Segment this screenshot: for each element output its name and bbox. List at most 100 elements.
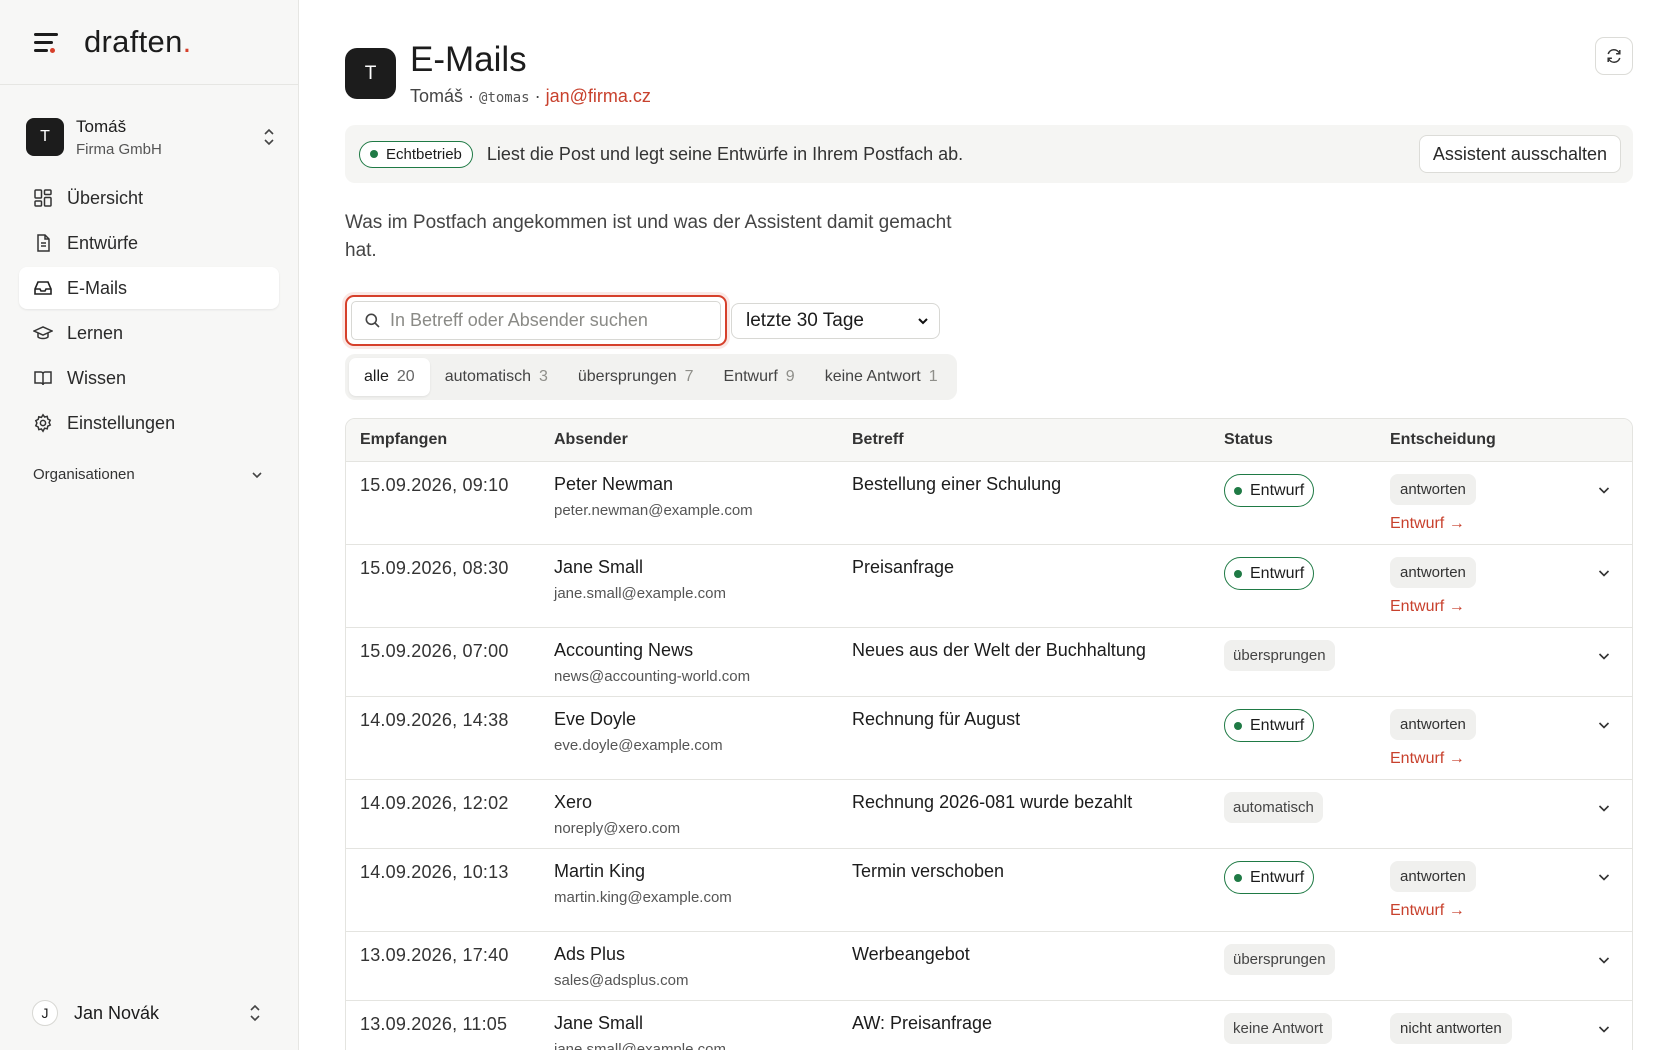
status-badge: übersprungen — [1224, 640, 1335, 671]
chevron-down-icon[interactable] — [1596, 482, 1612, 498]
status-badge: keine Antwort — [1224, 1013, 1333, 1044]
sender-email: eve.doyle@example.com — [554, 737, 723, 754]
tab-count: 3 — [538, 368, 548, 385]
column-header-status[interactable]: Status — [1224, 431, 1390, 449]
search-box[interactable] — [351, 301, 721, 340]
tab-label: Entwurf — [723, 368, 778, 385]
column-header-received[interactable]: Empfangen — [346, 431, 554, 449]
tab-skipped[interactable]: übersprungen 7 — [563, 358, 709, 396]
column-header-sender[interactable]: Absender — [554, 431, 852, 449]
table-row[interactable]: 13.09.2026, 17:40 Ads Plus sales@adsplus.c… — [346, 932, 1632, 1001]
search-input[interactable] — [390, 310, 720, 331]
chevron-down-icon — [252, 471, 262, 478]
chevron-down-icon[interactable] — [1596, 869, 1612, 885]
received-cell: 15.09.2026, 09:10 — [360, 475, 509, 495]
table-row[interactable]: 13.09.2026, 11:05 Jane Small jane.small@ex… — [346, 1001, 1632, 1050]
workspace-switcher[interactable]: T Tomáš Firma GmbH — [26, 115, 278, 159]
logo[interactable]: draften. — [84, 24, 192, 60]
tab-automatic[interactable]: automatisch 3 — [430, 358, 563, 396]
disable-assistant-button[interactable]: Assistent ausschalten — [1418, 135, 1621, 173]
page-titles: E-Mails Tomáš · @tomas · jan@firma.cz — [410, 40, 651, 107]
expand-cell — [1570, 709, 1632, 779]
sender-name: Xero — [554, 792, 593, 812]
sidebar-nav: Übersicht Entwürfe E-Mails Lernen Wissen… — [0, 177, 298, 444]
received-cell: 13.09.2026, 17:40 — [360, 945, 509, 965]
open-draft-link[interactable]: Entwurf → — [1390, 902, 1570, 920]
status-dot — [1234, 873, 1242, 882]
sidebar-item-drafts[interactable]: Entwürfe — [19, 222, 279, 264]
decision-badge: antworten — [1390, 557, 1476, 588]
column-header-decision[interactable]: Entscheidung — [1390, 431, 1570, 449]
open-draft-link[interactable]: Entwurf → — [1390, 515, 1570, 533]
sidebar-item-learn[interactable]: Lernen — [19, 312, 279, 354]
chevron-down-icon[interactable] — [1596, 1021, 1612, 1037]
dashboard-icon — [34, 189, 52, 207]
separator: · — [529, 86, 546, 106]
intro-text: Was im Postfach angekommen ist und was d… — [345, 212, 952, 261]
table-row[interactable]: 15.09.2026, 09:10 Peter Newman peter.newma… — [346, 462, 1632, 545]
organizations-label: Organisationen — [33, 466, 135, 483]
tab-count: 7 — [684, 368, 694, 385]
received-cell: 15.09.2026, 08:30 — [360, 558, 509, 578]
status-cell: übersprungen — [1224, 640, 1390, 696]
decision-cell — [1390, 944, 1570, 1000]
chevron-down-icon[interactable] — [1596, 565, 1612, 581]
sender-cell: Peter Newman peter.newman@example.com — [554, 474, 852, 544]
sidebar-item-emails[interactable]: E-Mails — [19, 267, 279, 309]
status-cell: Entwurf — [1224, 557, 1390, 627]
status-cell: übersprungen — [1224, 944, 1390, 1000]
inbox-icon — [34, 281, 52, 295]
menu-icon[interactable] — [34, 32, 60, 53]
assistant-email-link[interactable]: jan@firma.cz — [546, 86, 651, 106]
table-body: 15.09.2026, 09:10 Peter Newman peter.newma… — [346, 462, 1632, 1050]
status-badge: Entwurf — [1224, 861, 1315, 894]
sidebar-item-overview[interactable]: Übersicht — [19, 177, 279, 219]
decision-cell: antworten Entwurf → — [1390, 861, 1570, 931]
open-draft-link[interactable]: Entwurf → — [1390, 750, 1570, 768]
live-status-badge: Echtbetrieb — [359, 140, 473, 168]
status-cell: Entwurf — [1224, 709, 1390, 779]
chevron-down-icon[interactable] — [1596, 717, 1612, 733]
chevron-up-down-icon — [250, 1004, 260, 1022]
chevron-down-icon — [918, 317, 928, 324]
tab-no-reply[interactable]: keine Antwort 1 — [810, 358, 953, 396]
sidebar-item-knowledge[interactable]: Wissen — [19, 357, 279, 399]
workspace-name: Tomáš — [76, 116, 127, 136]
date-range-select[interactable]: letzte 30 Tage — [731, 302, 940, 339]
table-row[interactable]: 15.09.2026, 07:00 Accounting News news@acc… — [346, 628, 1632, 697]
chevron-down-icon[interactable] — [1596, 952, 1612, 968]
organizations-toggle[interactable]: Organisationen — [33, 466, 264, 483]
table-row[interactable]: 14.09.2026, 14:38 Eve Doyle eve.doyle@exam… — [346, 697, 1632, 780]
sidebar-item-label: Übersicht — [67, 187, 144, 208]
chevron-down-icon[interactable] — [1596, 800, 1612, 816]
user-menu[interactable]: J Jan Novák — [32, 1000, 264, 1026]
tab-label: keine Antwort — [824, 368, 921, 385]
sender-cell: Martin King martin.king@example.com — [554, 861, 852, 931]
table-row[interactable]: 14.09.2026, 10:13 Martin King martin.king@… — [346, 849, 1632, 932]
decision-cell: antworten Entwurf → — [1390, 557, 1570, 627]
table-row[interactable]: 15.09.2026, 08:30 Jane Small jane.small@ex… — [346, 545, 1632, 628]
decision-badge: antworten — [1390, 474, 1476, 505]
banner-text: Liest die Post und legt seine Entwürfe i… — [486, 143, 964, 164]
refresh-button[interactable] — [1595, 37, 1633, 75]
page-subtitle: Tomáš · @tomas · jan@firma.cz — [410, 86, 651, 107]
status-label: Entwurf — [1250, 868, 1305, 886]
tab-all[interactable]: alle 20 — [349, 358, 430, 396]
open-draft-link[interactable]: Entwurf → — [1390, 598, 1570, 616]
separator: · — [463, 86, 480, 106]
sidebar-item-settings[interactable]: Einstellungen — [19, 402, 279, 444]
chevron-down-icon[interactable] — [1596, 648, 1612, 664]
sender-name: Jane Small — [554, 557, 644, 577]
status-dot — [1234, 569, 1242, 578]
sidebar: draften. T Tomáš Firma GmbH Übersicht En… — [0, 0, 299, 1050]
tab-count: 20 — [396, 368, 415, 385]
column-header-subject[interactable]: Betreff — [852, 431, 1224, 449]
brand-bar: draften. — [0, 0, 298, 85]
tab-draft[interactable]: Entwurf 9 — [709, 358, 810, 396]
search-focus-ring — [345, 295, 727, 346]
sender-name: Martin King — [554, 861, 646, 881]
sender-email: noreply@xero.com — [554, 820, 681, 837]
sender-email: news@accounting-world.com — [554, 668, 751, 685]
gear-icon — [34, 413, 52, 433]
table-row[interactable]: 14.09.2026, 12:02 Xero noreply@xero.com Rec… — [346, 780, 1632, 849]
